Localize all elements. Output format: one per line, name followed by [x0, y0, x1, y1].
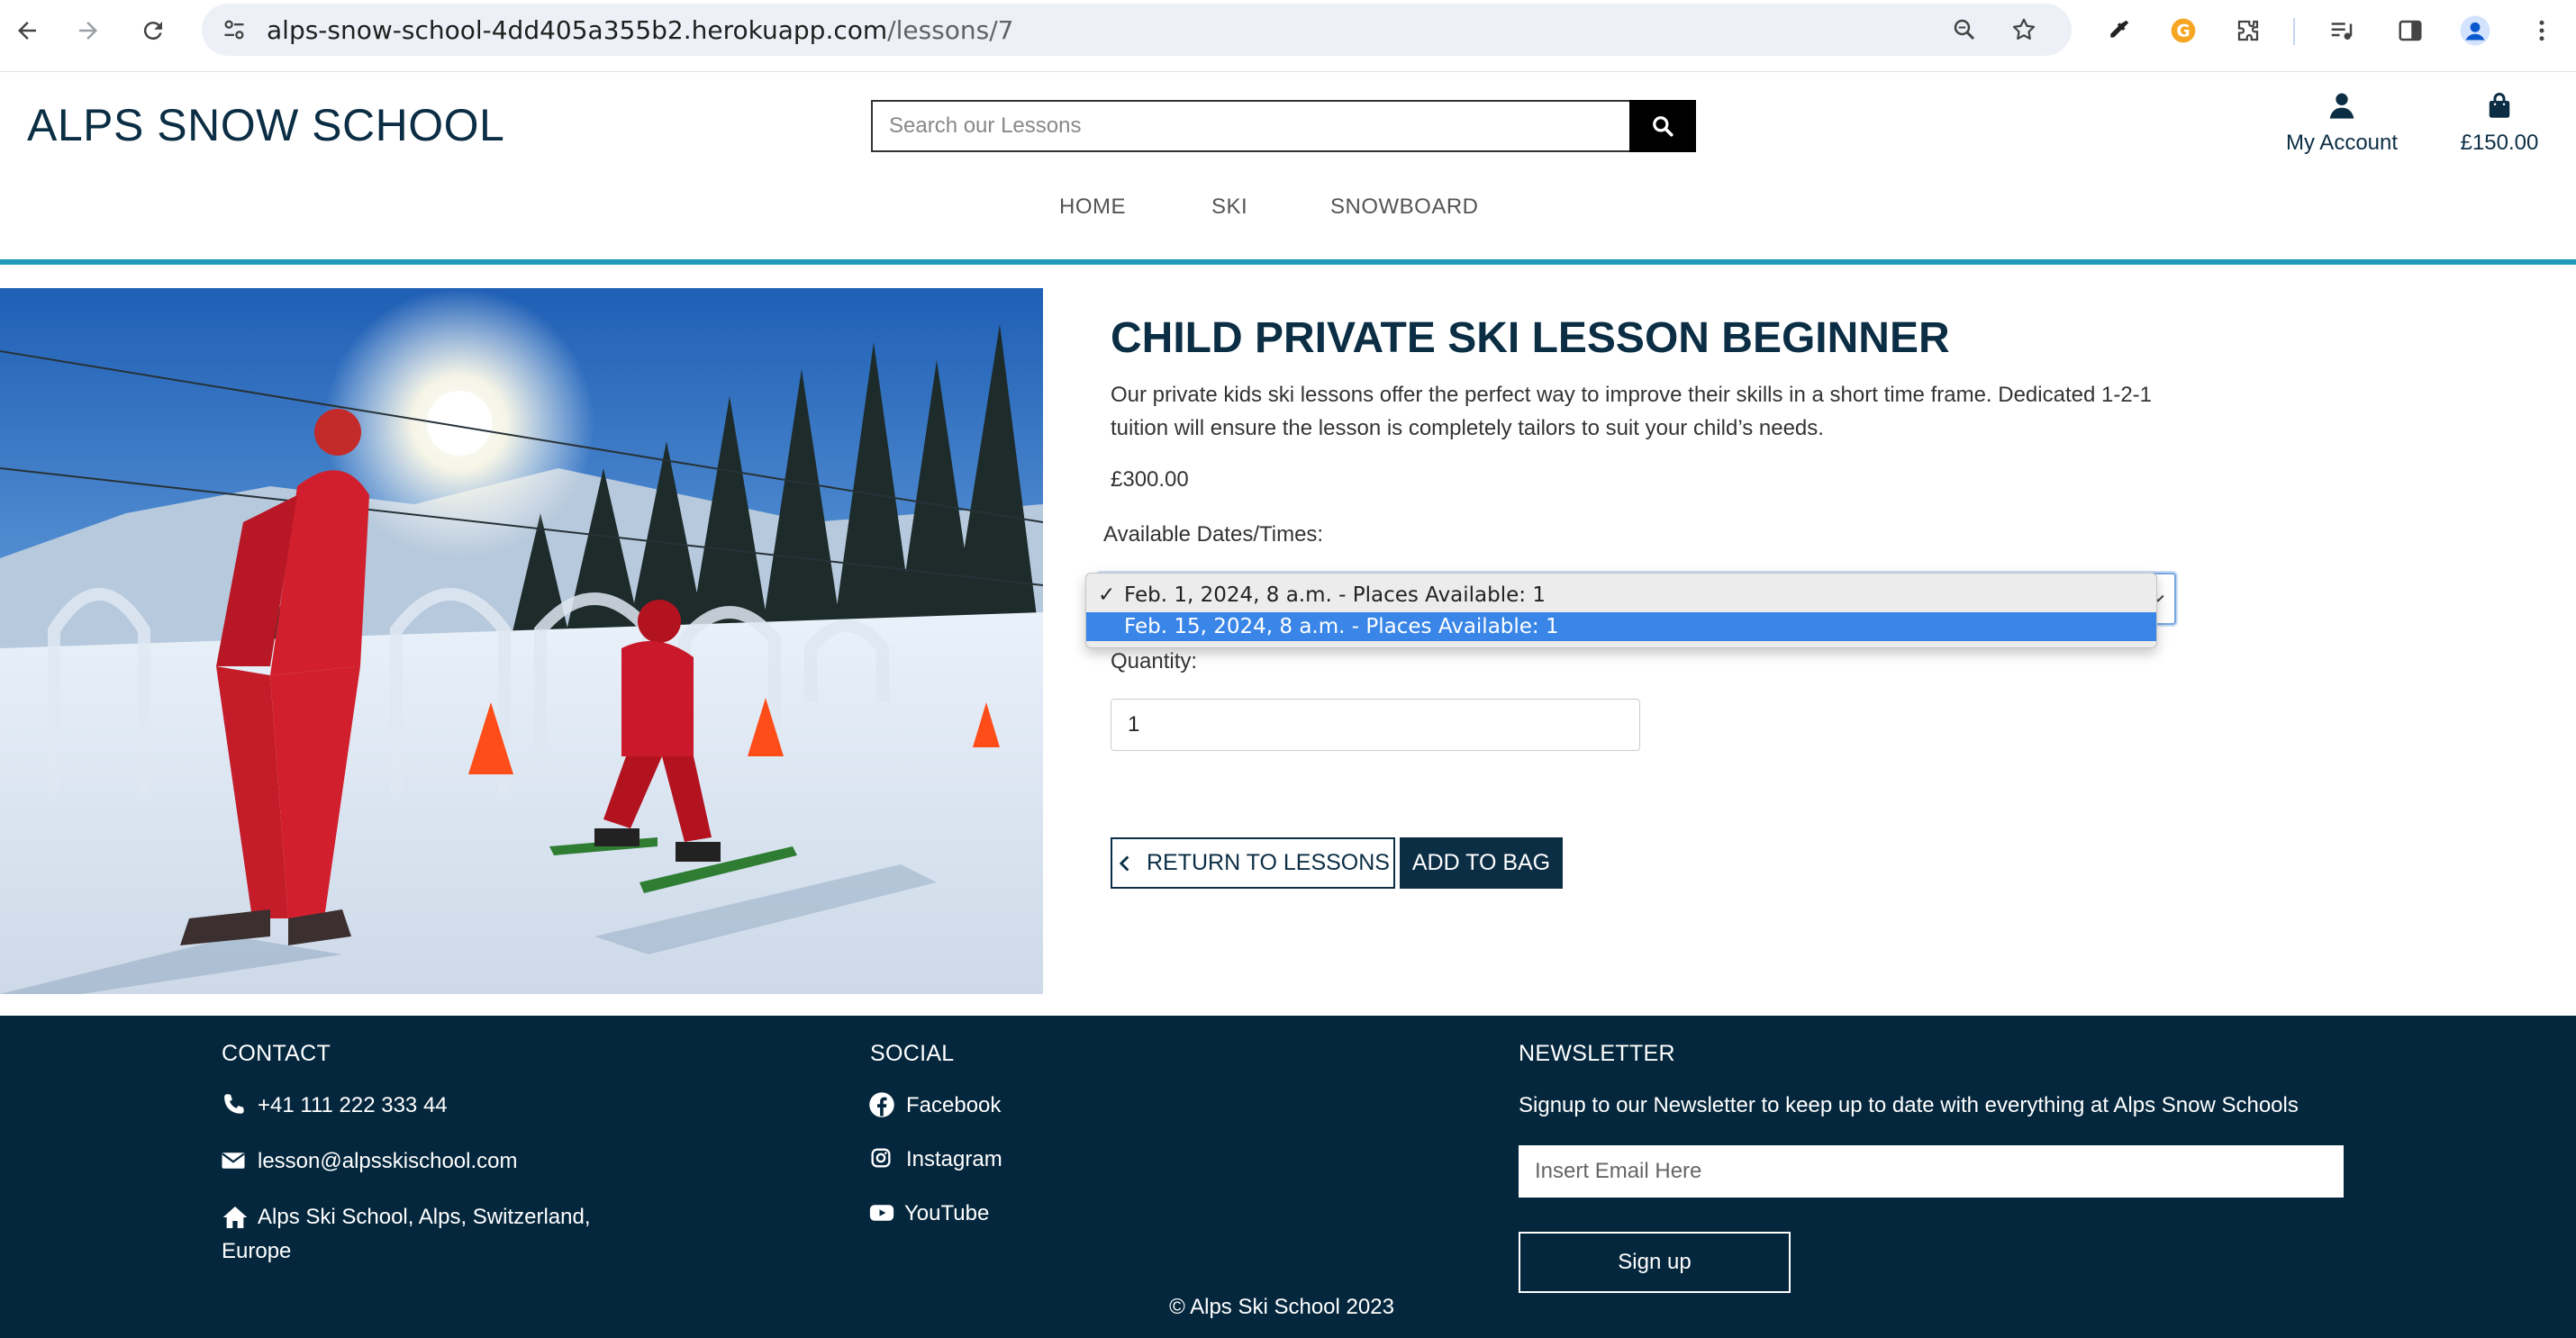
search-icon: [1653, 116, 1673, 137]
return-to-lessons-button[interactable]: RETURN TO LESSONS: [1111, 837, 1395, 889]
date-dropdown-menu: ✓ Feb. 1, 2024, 8 a.m. - Places Availabl…: [1085, 573, 2157, 648]
toolbar-divider: [2293, 18, 2295, 45]
youtube-label: YouTube: [904, 1201, 990, 1225]
my-account-label: My Account: [2285, 131, 2399, 155]
lesson-title: CHILD PRIVATE SKI LESSON BEGINNER: [1111, 314, 1950, 362]
lesson-price: £300.00: [1111, 467, 1189, 492]
lesson-photo: [0, 288, 1043, 994]
url-text[interactable]: alps-snow-school-4dd405a355b2.herokuapp.…: [267, 15, 1013, 45]
chevron-left-icon: [1119, 854, 1129, 872]
envelope-icon: [222, 1153, 245, 1169]
reload-button[interactable]: [135, 13, 171, 49]
bookmark-star-icon[interactable]: [2010, 16, 2037, 43]
lesson-description: Our private kids ski lessons offer the p…: [1111, 383, 2153, 440]
site-footer: CONTACT +41 111 222 333 44 lesson@alpssk…: [0, 1016, 2576, 1338]
forward-button[interactable]: [70, 13, 106, 49]
signup-button[interactable]: Sign up: [1519, 1232, 1791, 1293]
browser-menu-icon[interactable]: [2522, 11, 2562, 50]
phone-number: +41 111 222 333 44: [258, 1093, 448, 1117]
my-account-link[interactable]: My Account: [2270, 90, 2414, 156]
copyright-text: © Alps Ski School 2023: [1169, 1295, 1394, 1319]
quantity-input[interactable]: [1111, 699, 1640, 751]
side-panel-icon[interactable]: [2390, 11, 2430, 50]
back-arrow-icon: [18, 22, 36, 40]
nav-ski[interactable]: SKI: [1211, 194, 1247, 220]
home-icon: [222, 1207, 248, 1228]
shopping-bag-link[interactable]: £150.00: [2441, 90, 2558, 156]
nav-snowboard[interactable]: SNOWBOARD: [1330, 194, 1479, 220]
reload-icon: [143, 22, 162, 41]
return-to-lessons-label: RETURN TO LESSONS: [1147, 850, 1390, 875]
newsletter-email-input[interactable]: [1519, 1145, 2344, 1198]
date-option[interactable]: Feb. 15, 2024, 8 a.m. - Places Available…: [1086, 612, 2156, 641]
header-divider: [0, 259, 2576, 265]
extensions-puzzle-icon[interactable]: [2228, 11, 2268, 50]
site-settings-icon[interactable]: [222, 17, 247, 42]
address-line-1: Alps Ski School, Alps, Switzerland,: [258, 1205, 591, 1229]
facebook-label: Facebook: [906, 1093, 1002, 1117]
checkmark-icon: ✓: [1098, 583, 1116, 607]
phone-icon: [224, 1094, 244, 1114]
date-option[interactable]: ✓ Feb. 1, 2024, 8 a.m. - Places Availabl…: [1086, 581, 2156, 610]
social-heading: SOCIAL: [870, 1041, 955, 1066]
site-logo[interactable]: ALPS SNOW SCHOOL: [27, 99, 504, 151]
newsletter-text: Signup to our Newsletter to keep up to d…: [1519, 1093, 2299, 1117]
eyedropper-extension-icon[interactable]: [2099, 11, 2138, 50]
bag-total: £150.00: [2460, 131, 2539, 155]
back-button[interactable]: [9, 13, 45, 49]
youtube-icon: [869, 1205, 894, 1221]
email-address: lesson@alpsskischool.com: [258, 1149, 518, 1173]
instagram-icon: [871, 1148, 891, 1168]
facebook-icon: [869, 1092, 894, 1117]
media-controls-icon[interactable]: [2322, 11, 2362, 50]
address-bar[interactable]: alps-snow-school-4dd405a355b2.herokuapp.…: [202, 4, 2072, 56]
url-path: /lessons/7: [887, 15, 1014, 45]
address-line-2: Europe: [222, 1239, 292, 1263]
zoom-icon[interactable]: [1951, 16, 1978, 43]
dates-label: Available Dates/Times:: [1103, 522, 1324, 547]
browser-toolbar: alps-snow-school-4dd405a355b2.herokuapp.…: [0, 0, 2576, 72]
url-host: alps-snow-school-4dd405a355b2.herokuapp.…: [267, 15, 888, 45]
forward-arrow-icon: [79, 22, 97, 40]
profile-avatar-icon[interactable]: [2455, 11, 2495, 50]
grammar-extension-icon[interactable]: G: [2163, 11, 2203, 50]
date-option-label: Feb. 1, 2024, 8 a.m. - Places Available:…: [1124, 583, 1546, 607]
shopping-bag-icon: [2489, 93, 2510, 118]
instagram-label: Instagram: [906, 1147, 1002, 1171]
user-icon: [2329, 93, 2354, 119]
date-option-label: Feb. 15, 2024, 8 a.m. - Places Available…: [1124, 615, 1559, 638]
search-input[interactable]: [871, 100, 1629, 152]
quantity-label: Quantity:: [1111, 649, 1198, 674]
search-button[interactable]: [1629, 100, 1696, 152]
add-to-bag-button[interactable]: ADD TO BAG: [1400, 837, 1563, 889]
contact-heading: CONTACT: [222, 1041, 331, 1066]
newsletter-heading: NEWSLETTER: [1519, 1041, 1675, 1066]
nav-home[interactable]: HOME: [1059, 194, 1126, 220]
svg-text:G: G: [2176, 23, 2190, 41]
